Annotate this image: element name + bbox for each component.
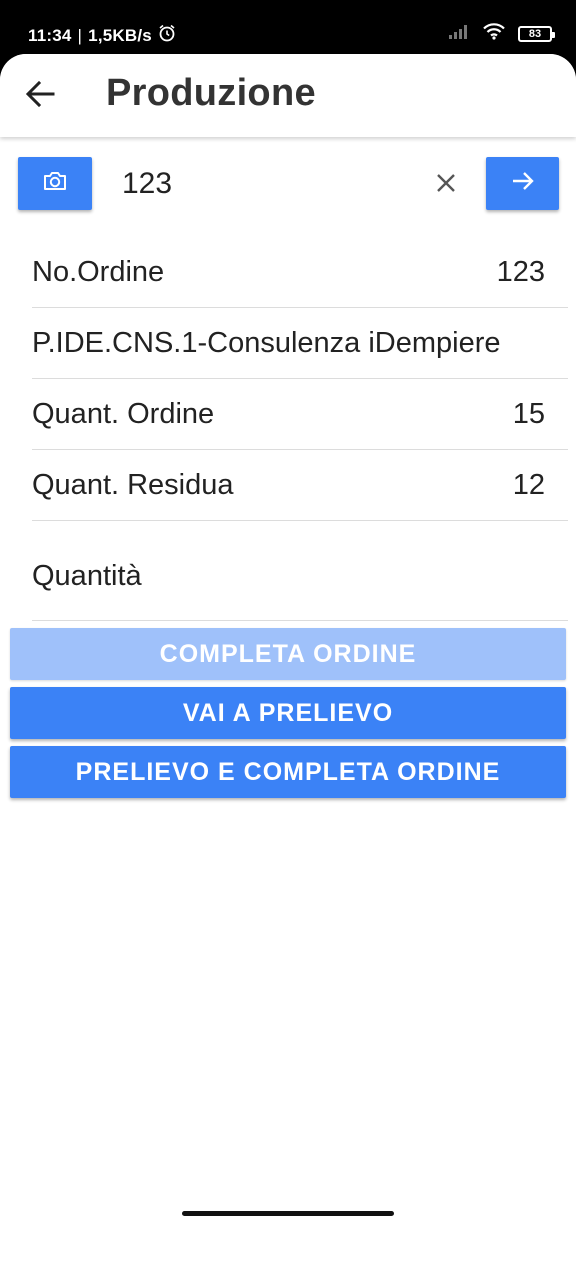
status-left: 11:34 | 1,5KB/s (28, 24, 176, 47)
wifi-icon (482, 22, 506, 45)
residual-quantity-row: Quant. Residua 12 (32, 450, 568, 521)
order-number-label: No.Ordine (32, 255, 165, 288)
search-submit-button[interactable] (486, 157, 559, 210)
status-net-speed: 1,5KB/s (88, 25, 152, 45)
product-label: P.IDE.CNS.1-Consulenza iDempiere (32, 326, 501, 359)
status-bar: 11:34 | 1,5KB/s 83 (0, 0, 576, 62)
camera-button[interactable] (18, 157, 92, 210)
status-right: 83 (448, 22, 555, 45)
back-button[interactable] (18, 74, 62, 118)
arrow-left-icon (25, 80, 55, 112)
residual-quantity-value: 12 (512, 468, 545, 501)
battery-icon: 83 (518, 25, 555, 42)
quantity-field[interactable]: Quantità (32, 520, 568, 621)
quantity-label: Quantità (32, 560, 142, 592)
residual-quantity-label: Quant. Residua (32, 468, 234, 501)
order-number-row: No.Ordine 123 (32, 237, 568, 308)
status-time: 11:34 (28, 25, 72, 45)
order-quantity-value: 15 (512, 397, 545, 430)
alarm-icon (158, 24, 176, 47)
signal-icon (448, 23, 470, 44)
app-bar: Produzione (0, 54, 576, 137)
page-title: Produzione (106, 72, 316, 114)
battery-level: 83 (528, 27, 542, 40)
app-screen: Produzione 123 No.Ordine 123 P.IDE.CNS.1… (0, 54, 576, 1280)
order-number-value: 123 (496, 255, 545, 288)
order-search-input[interactable]: 123 (122, 167, 172, 201)
search-row: 123 (0, 157, 576, 211)
arrow-right-icon (511, 171, 535, 196)
product-row: P.IDE.CNS.1-Consulenza iDempiere (32, 308, 568, 379)
camera-icon (42, 170, 68, 197)
home-indicator[interactable] (182, 1211, 394, 1216)
complete-order-button[interactable]: COMPLETA ORDINE (10, 628, 566, 680)
status-separator: | (77, 25, 83, 45)
clear-button[interactable] (430, 169, 462, 201)
order-quantity-row: Quant. Ordine 15 (32, 379, 568, 450)
go-to-pick-button[interactable]: VAI A PRELIEVO (10, 687, 566, 739)
order-quantity-label: Quant. Ordine (32, 397, 215, 430)
close-icon (435, 172, 457, 199)
pick-and-complete-button[interactable]: PRELIEVO E COMPLETA ORDINE (10, 746, 566, 798)
